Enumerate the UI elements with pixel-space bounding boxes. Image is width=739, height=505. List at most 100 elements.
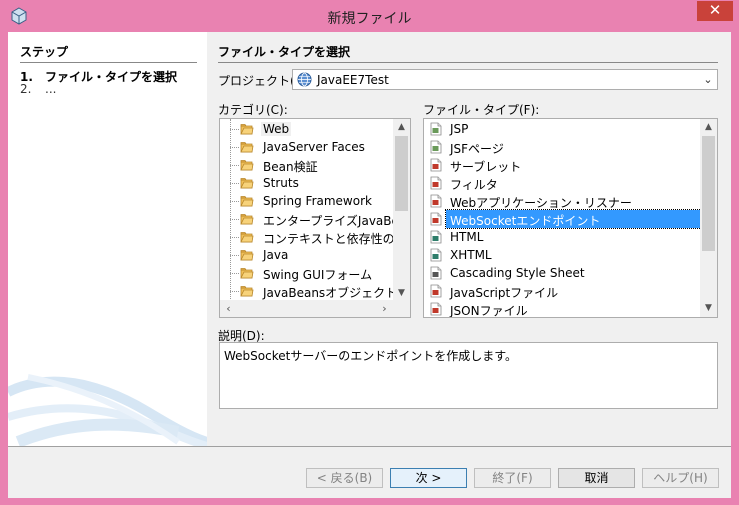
folder-icon [240, 268, 254, 279]
file-type-label: Webアプリケーション・リスナー [450, 196, 632, 210]
chevron-down-icon[interactable]: ⌄ [699, 70, 717, 89]
tree-guide-line [230, 219, 239, 220]
main-panel: ファイル・タイプを選択 プロジェクト(P): JavaEE7Test ⌄ カテゴ… [218, 32, 728, 446]
file-type-item[interactable]: HTML [424, 228, 702, 246]
steps-panel: ステップ 1. ファイル・タイプを選択 2.... [8, 32, 207, 446]
categories-vertical-scrollbar[interactable]: ▲ ▼ [393, 119, 410, 302]
tree-guide-line [230, 147, 239, 148]
tree-guide-line [230, 129, 239, 130]
scroll-thumb[interactable] [395, 136, 408, 211]
file-type-item[interactable]: JavaScriptファイル [424, 282, 702, 300]
file-type-item[interactable]: XHTML [424, 246, 702, 264]
category-item[interactable]: JavaServer Faces [220, 138, 395, 156]
globe-icon [297, 72, 312, 87]
file-type-item[interactable]: フィルタ [424, 174, 702, 192]
tree-guide-line [230, 255, 239, 256]
decorative-swirl [8, 374, 207, 446]
folder-icon [240, 286, 254, 297]
title-bar[interactable]: 新規ファイル ✕ [0, 0, 739, 32]
scroll-left-icon[interactable]: ‹ [220, 300, 237, 317]
window-title: 新規ファイル [327, 11, 412, 27]
new-file-dialog: 新規ファイル ✕ ステップ 1. ファイル・タイプを選択 2.... ファイル・タ… [0, 0, 739, 505]
tree-guide-line [230, 201, 239, 202]
category-label: エンタープライズJavaBeans [263, 214, 411, 228]
file-type-label: HTML [450, 230, 484, 244]
categories-horizontal-scrollbar[interactable]: ‹ › [220, 300, 410, 317]
file-type-item[interactable]: Webアプリケーション・リスナー [424, 192, 702, 210]
category-label: Bean検証 [263, 160, 318, 174]
next-button[interactable]: 次 > [390, 468, 467, 488]
file-type-item[interactable]: WebSocketエンドポイント [430, 209, 702, 229]
scroll-up-icon[interactable]: ▲ [700, 119, 717, 136]
category-item[interactable]: Spring Framework [220, 192, 395, 210]
scroll-corner [393, 300, 410, 317]
java-class-icon [430, 176, 442, 190]
file-type-item[interactable]: Cascading Style Sheet [424, 264, 702, 282]
folder-icon [240, 142, 254, 153]
close-icon: ✕ [708, 1, 722, 19]
file-type-label: WebSocketエンドポイント [450, 214, 601, 228]
tree-guide-line [230, 237, 239, 238]
category-label: JavaServer Faces [263, 140, 365, 154]
folder-icon [240, 250, 254, 261]
java-class-icon [430, 194, 442, 208]
category-label: Struts [263, 176, 299, 190]
folder-icon [240, 160, 254, 171]
file-type-label: JavaScriptファイル [450, 286, 559, 300]
button-separator [8, 446, 731, 447]
finish-button[interactable]: 終了(F) [474, 468, 551, 488]
step-label: ファイル・タイプを選択 [45, 70, 178, 84]
category-label: JavaBeansオブジェクト [263, 286, 398, 300]
file-type-label: JSONファイル [450, 304, 528, 318]
folder-icon [240, 124, 254, 135]
step-label: ... [45, 82, 57, 96]
jsp-file-icon [430, 122, 442, 136]
category-item[interactable]: Struts [220, 174, 395, 192]
file-type-label: Cascading Style Sheet [450, 266, 585, 280]
project-select[interactable]: JavaEE7Test ⌄ [292, 69, 718, 90]
file-type-label: サーブレット [450, 160, 522, 174]
back-button[interactable]: < 戻る(B) [306, 468, 383, 488]
scroll-down-icon[interactable]: ▼ [700, 300, 717, 317]
scroll-thumb[interactable] [702, 136, 715, 251]
project-value: JavaEE7Test [317, 73, 389, 87]
file-type-item[interactable]: JSFページ [424, 138, 702, 156]
folder-icon [240, 196, 254, 207]
file-type-item[interactable]: サーブレット [424, 156, 702, 174]
category-item[interactable]: エンタープライズJavaBeans [220, 210, 410, 228]
file-types-list[interactable]: JSP JSFページサーブレット フィルタ Webアプリケーション・リスナー WebSo… [423, 118, 718, 318]
category-item[interactable]: Bean検証 [220, 156, 395, 174]
js-file-icon [430, 302, 442, 316]
category-label: コンテキストと依存性の注入 [263, 232, 411, 246]
help-button[interactable]: ヘルプ(H) [642, 468, 719, 488]
category-item[interactable]: Swing GUIフォーム [220, 264, 395, 282]
file-type-label: JSFページ [450, 142, 504, 156]
file-types-vertical-scrollbar[interactable]: ▲ ▼ [700, 119, 717, 317]
tree-guide-line [230, 183, 239, 184]
close-button[interactable]: ✕ [697, 1, 733, 21]
html-file-icon [430, 248, 442, 262]
category-item[interactable]: Java [220, 246, 395, 264]
folder-icon [240, 214, 254, 225]
folder-icon [240, 232, 254, 243]
category-item[interactable]: Web [220, 120, 395, 138]
category-label: Spring Framework [263, 194, 372, 208]
panel-heading: ファイル・タイプを選択 [218, 43, 718, 63]
category-item[interactable]: JavaBeansオブジェクト [220, 282, 398, 300]
jsp-file-icon [430, 140, 442, 154]
scroll-up-icon[interactable]: ▲ [393, 119, 410, 136]
categories-label: カテゴリ(C): [218, 103, 288, 117]
category-item[interactable]: コンテキストと依存性の注入 [220, 228, 410, 246]
file-type-item[interactable]: JSP [424, 120, 702, 138]
js-file-icon [430, 284, 442, 298]
scroll-right-icon[interactable]: › [376, 300, 393, 317]
cancel-button[interactable]: 取消 [558, 468, 635, 488]
category-label: Swing GUIフォーム [263, 268, 373, 282]
tree-guide-line [230, 165, 239, 166]
file-type-label: XHTML [450, 248, 492, 262]
category-label: Java [263, 248, 289, 262]
java-class-icon [430, 212, 442, 226]
categories-tree[interactable]: Web JavaServer Faces Bean検証 Struts Spring Fr… [219, 118, 411, 318]
file-type-item[interactable]: JSONファイル [424, 300, 702, 318]
file-type-label: JSP [450, 122, 469, 136]
